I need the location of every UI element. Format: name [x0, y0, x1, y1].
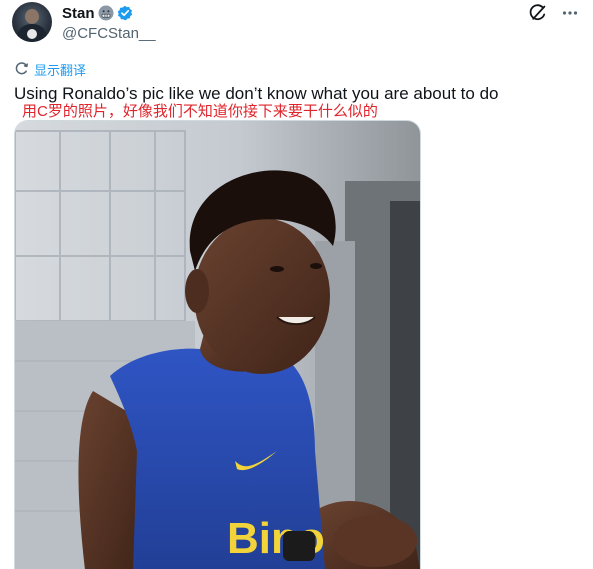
grimacing-face-icon: [98, 5, 114, 21]
show-translation-label: 显示翻译: [34, 63, 87, 78]
avatar-badge-shape: [27, 29, 37, 39]
translated-text: 用C罗的照片，好像我们不知道你接下来要干什么似的: [22, 103, 378, 120]
translate-icon: [14, 61, 29, 79]
header-actions: [529, 4, 579, 22]
verified-badge-icon[interactable]: [117, 5, 133, 21]
more-icon[interactable]: [561, 4, 579, 22]
avatar-head-shape: [25, 9, 39, 24]
author-handle[interactable]: @CFCStan__: [62, 25, 156, 42]
avatar[interactable]: [12, 2, 52, 42]
author-display-name[interactable]: Stan: [62, 5, 95, 22]
grok-icon[interactable]: [529, 4, 547, 22]
show-translation-button[interactable]: 显示翻译: [14, 60, 86, 79]
tweet-media-photo[interactable]: Bino: [14, 120, 421, 569]
author-name-row: Stan: [62, 3, 133, 23]
